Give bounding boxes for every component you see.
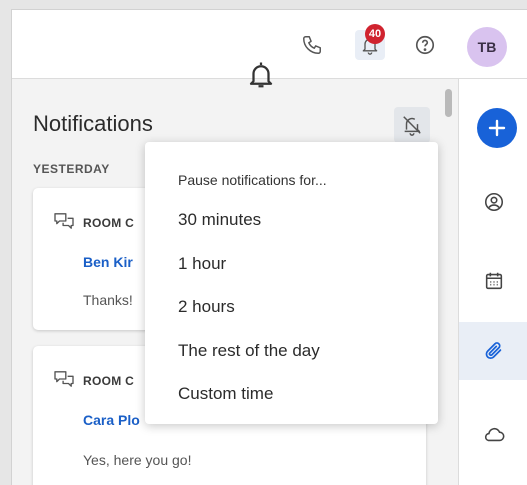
calendar-icon [485, 272, 502, 290]
paperclip-icon [485, 342, 501, 360]
message-preview: Yes, here you go! [83, 452, 192, 468]
menu-item-custom-time[interactable]: Custom time [178, 384, 273, 404]
menu-item-1-hour[interactable]: 1 hour [178, 254, 226, 274]
panel-scrollbar[interactable] [445, 89, 452, 117]
chat-bubbles-icon [53, 370, 75, 393]
panel-title: Notifications [33, 111, 153, 136]
bell-off-icon [403, 116, 421, 136]
sender-name-link[interactable]: Cara Plo [83, 412, 140, 428]
user-avatar[interactable]: TB [467, 27, 507, 67]
menu-item-2-hours[interactable]: 2 hours [178, 297, 235, 317]
app-window: 40 TB Notifications YESTERDAY ROOM C Ben… [11, 9, 527, 485]
bell-icon [246, 60, 276, 95]
rail-profile-button[interactable] [459, 173, 527, 231]
add-button[interactable] [477, 108, 517, 148]
user-circle-icon [484, 192, 503, 212]
rail-attachments-button[interactable] [459, 322, 527, 380]
pause-notifications-menu: Pause notifications for... 30 minutes 1 … [145, 142, 438, 424]
add-icon [488, 119, 506, 137]
chat-bubbles-icon [53, 212, 75, 235]
notification-count-badge: 40 [365, 24, 385, 44]
rail-calendar-button[interactable] [459, 252, 527, 310]
sender-name-link[interactable]: Ben Kir [83, 254, 133, 270]
rail-cloud-button[interactable] [459, 405, 527, 463]
section-label-yesterday: YESTERDAY [33, 162, 110, 176]
help-circle-icon[interactable] [410, 30, 440, 60]
mute-notifications-button[interactable] [394, 107, 430, 143]
menu-header: Pause notifications for... [178, 172, 327, 188]
phone-icon[interactable] [297, 30, 327, 60]
room-label: ROOM C [83, 216, 135, 230]
message-preview: Thanks! [83, 292, 133, 308]
cloud-icon [484, 427, 504, 442]
menu-item-rest-of-day[interactable]: The rest of the day [178, 341, 320, 361]
room-label: ROOM C [83, 374, 135, 388]
menu-item-30-minutes[interactable]: 30 minutes [178, 210, 261, 230]
